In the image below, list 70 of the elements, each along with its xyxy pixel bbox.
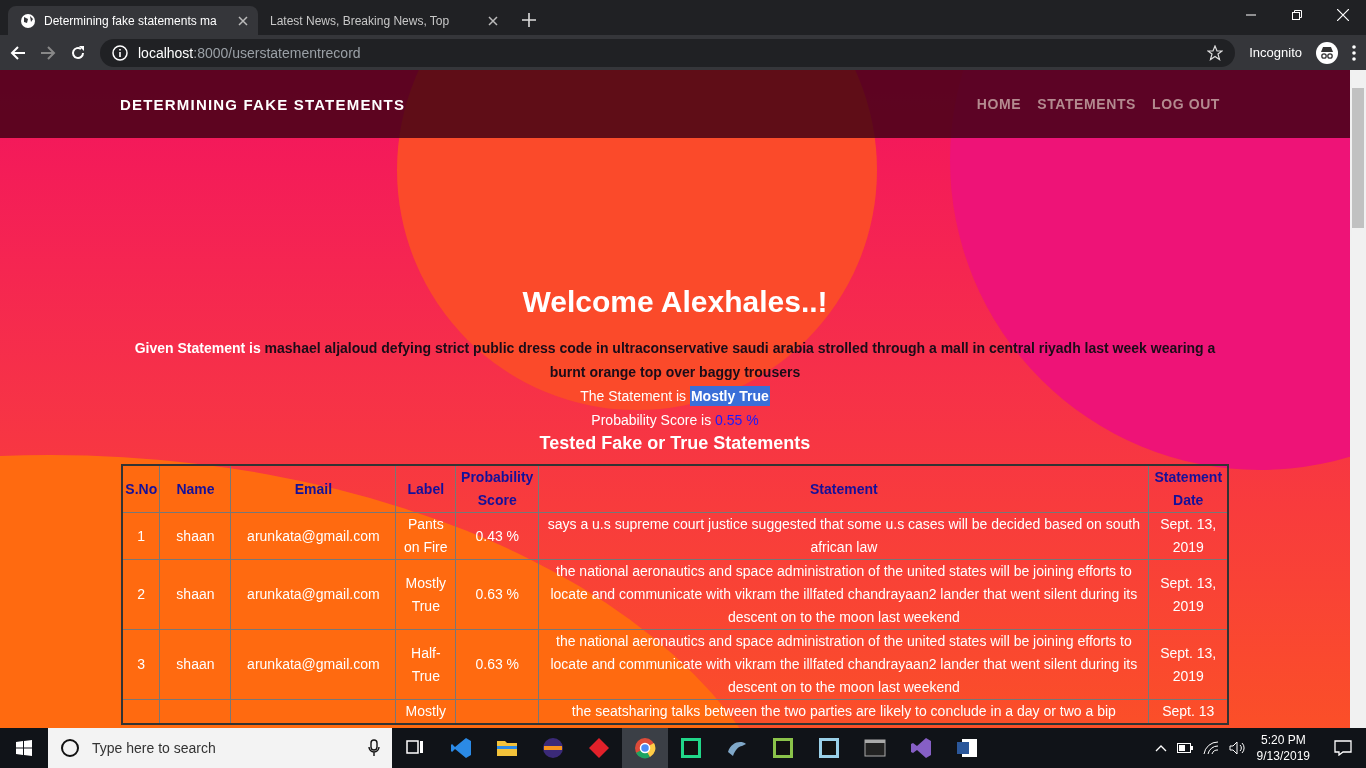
- column-header: Email: [230, 465, 396, 513]
- row-number: 2: [122, 559, 160, 630]
- column-header: Probability Score: [455, 465, 539, 513]
- column-header: Name: [160, 465, 231, 513]
- scrollbar[interactable]: [1350, 70, 1366, 728]
- name-cell: shaan: [160, 559, 231, 630]
- nav-link[interactable]: STATEMENTS: [1037, 96, 1136, 112]
- label-cell: Mostly True: [395, 559, 456, 630]
- windows-icon: [16, 740, 32, 756]
- result-text: The Statement is Mostly True: [580, 385, 770, 408]
- email-cell: arunkata@gmail.com: [230, 559, 396, 630]
- nav-link[interactable]: HOME: [976, 96, 1022, 112]
- chevron-up-icon[interactable]: [1154, 744, 1167, 752]
- disc-icon: [541, 736, 565, 760]
- site-brand[interactable]: DETERMINING FAKE STATEMENTS: [120, 95, 406, 113]
- close-icon[interactable]: [238, 15, 248, 26]
- battery-icon[interactable]: [1176, 743, 1193, 753]
- name-cell: shaan: [160, 629, 231, 700]
- star-icon[interactable]: [1207, 44, 1224, 61]
- browser-tab[interactable]: Determining fake statements ma: [8, 6, 258, 35]
- given-statement-text: Given Statement is mashael aljaloud defying strict public dress code in ultraconservative saudi arabia strolled through a mall in central riyadh last week wearing a burnt orange top over baggy trousers: [133, 339, 1217, 382]
- microphone-icon[interactable]: [368, 739, 380, 757]
- probability-text: Probability Score is 0.55 %: [591, 411, 759, 430]
- column-header: Label: [395, 465, 456, 513]
- reload-icon[interactable]: [70, 44, 86, 61]
- label-cell: Half-True: [395, 629, 456, 700]
- speaker-icon[interactable]: [1228, 741, 1247, 755]
- new-tab-icon[interactable]: [522, 13, 536, 27]
- incognito-icon[interactable]: [1316, 41, 1338, 64]
- score-cell: 0.63 %: [455, 559, 539, 630]
- info-icon: [112, 44, 128, 61]
- score-cell: 0.43 %: [455, 512, 539, 560]
- row-number: 1: [122, 512, 160, 560]
- address-bar[interactable]: localhost:8000/userstatementrecord: [100, 38, 1236, 67]
- wifi-icon[interactable]: [1202, 741, 1219, 755]
- welcome-heading: Welcome Alexhales..!: [522, 284, 828, 320]
- email-cell: arunkata@gmail.com: [230, 512, 396, 560]
- notification-icon[interactable]: [1334, 740, 1352, 756]
- score-cell: 0.63 %: [455, 629, 539, 700]
- code-editor-icon: [449, 736, 473, 760]
- document-icon: [955, 736, 979, 760]
- taskbar-clock[interactable]: 5:20 PM 9/13/2019: [1256, 732, 1310, 764]
- table-title: Tested Fake or True Statements: [539, 432, 811, 454]
- search-icon: [60, 738, 80, 758]
- app-tile-icon: [771, 736, 795, 760]
- taskbar-app[interactable]: [622, 728, 668, 768]
- back-icon[interactable]: [10, 44, 26, 61]
- forward-icon[interactable]: [40, 44, 56, 61]
- taskbar-search-field[interactable]: Type here to search: [48, 728, 392, 768]
- close-icon[interactable]: [488, 15, 498, 26]
- app-tile-icon: [817, 736, 841, 760]
- terminal-icon: [863, 736, 887, 760]
- nav-link[interactable]: LOG OUT: [1152, 96, 1220, 112]
- restore-icon: [1292, 10, 1302, 20]
- diamond-icon: [587, 736, 611, 760]
- close-icon: [1337, 9, 1349, 21]
- email-cell: arunkata@gmail.com: [230, 629, 396, 700]
- column-header: S.No: [122, 465, 160, 513]
- app-tile-icon: [679, 736, 703, 760]
- browser-tab[interactable]: Latest News, Breaking News, Top: [258, 6, 508, 35]
- profile-label: Incognito: [1249, 45, 1302, 60]
- search-placeholder: Type here to search: [92, 740, 216, 756]
- browser-icon: [633, 736, 657, 760]
- column-header: Statement: [538, 465, 1149, 513]
- url-text: localhost:8000/userstatementrecord: [138, 44, 361, 61]
- row-number: 3: [122, 629, 160, 700]
- label-cell: Pants on Fire: [395, 512, 456, 560]
- name-cell: shaan: [160, 512, 231, 560]
- menu-icon[interactable]: [1352, 44, 1356, 61]
- globe-icon: [20, 12, 36, 29]
